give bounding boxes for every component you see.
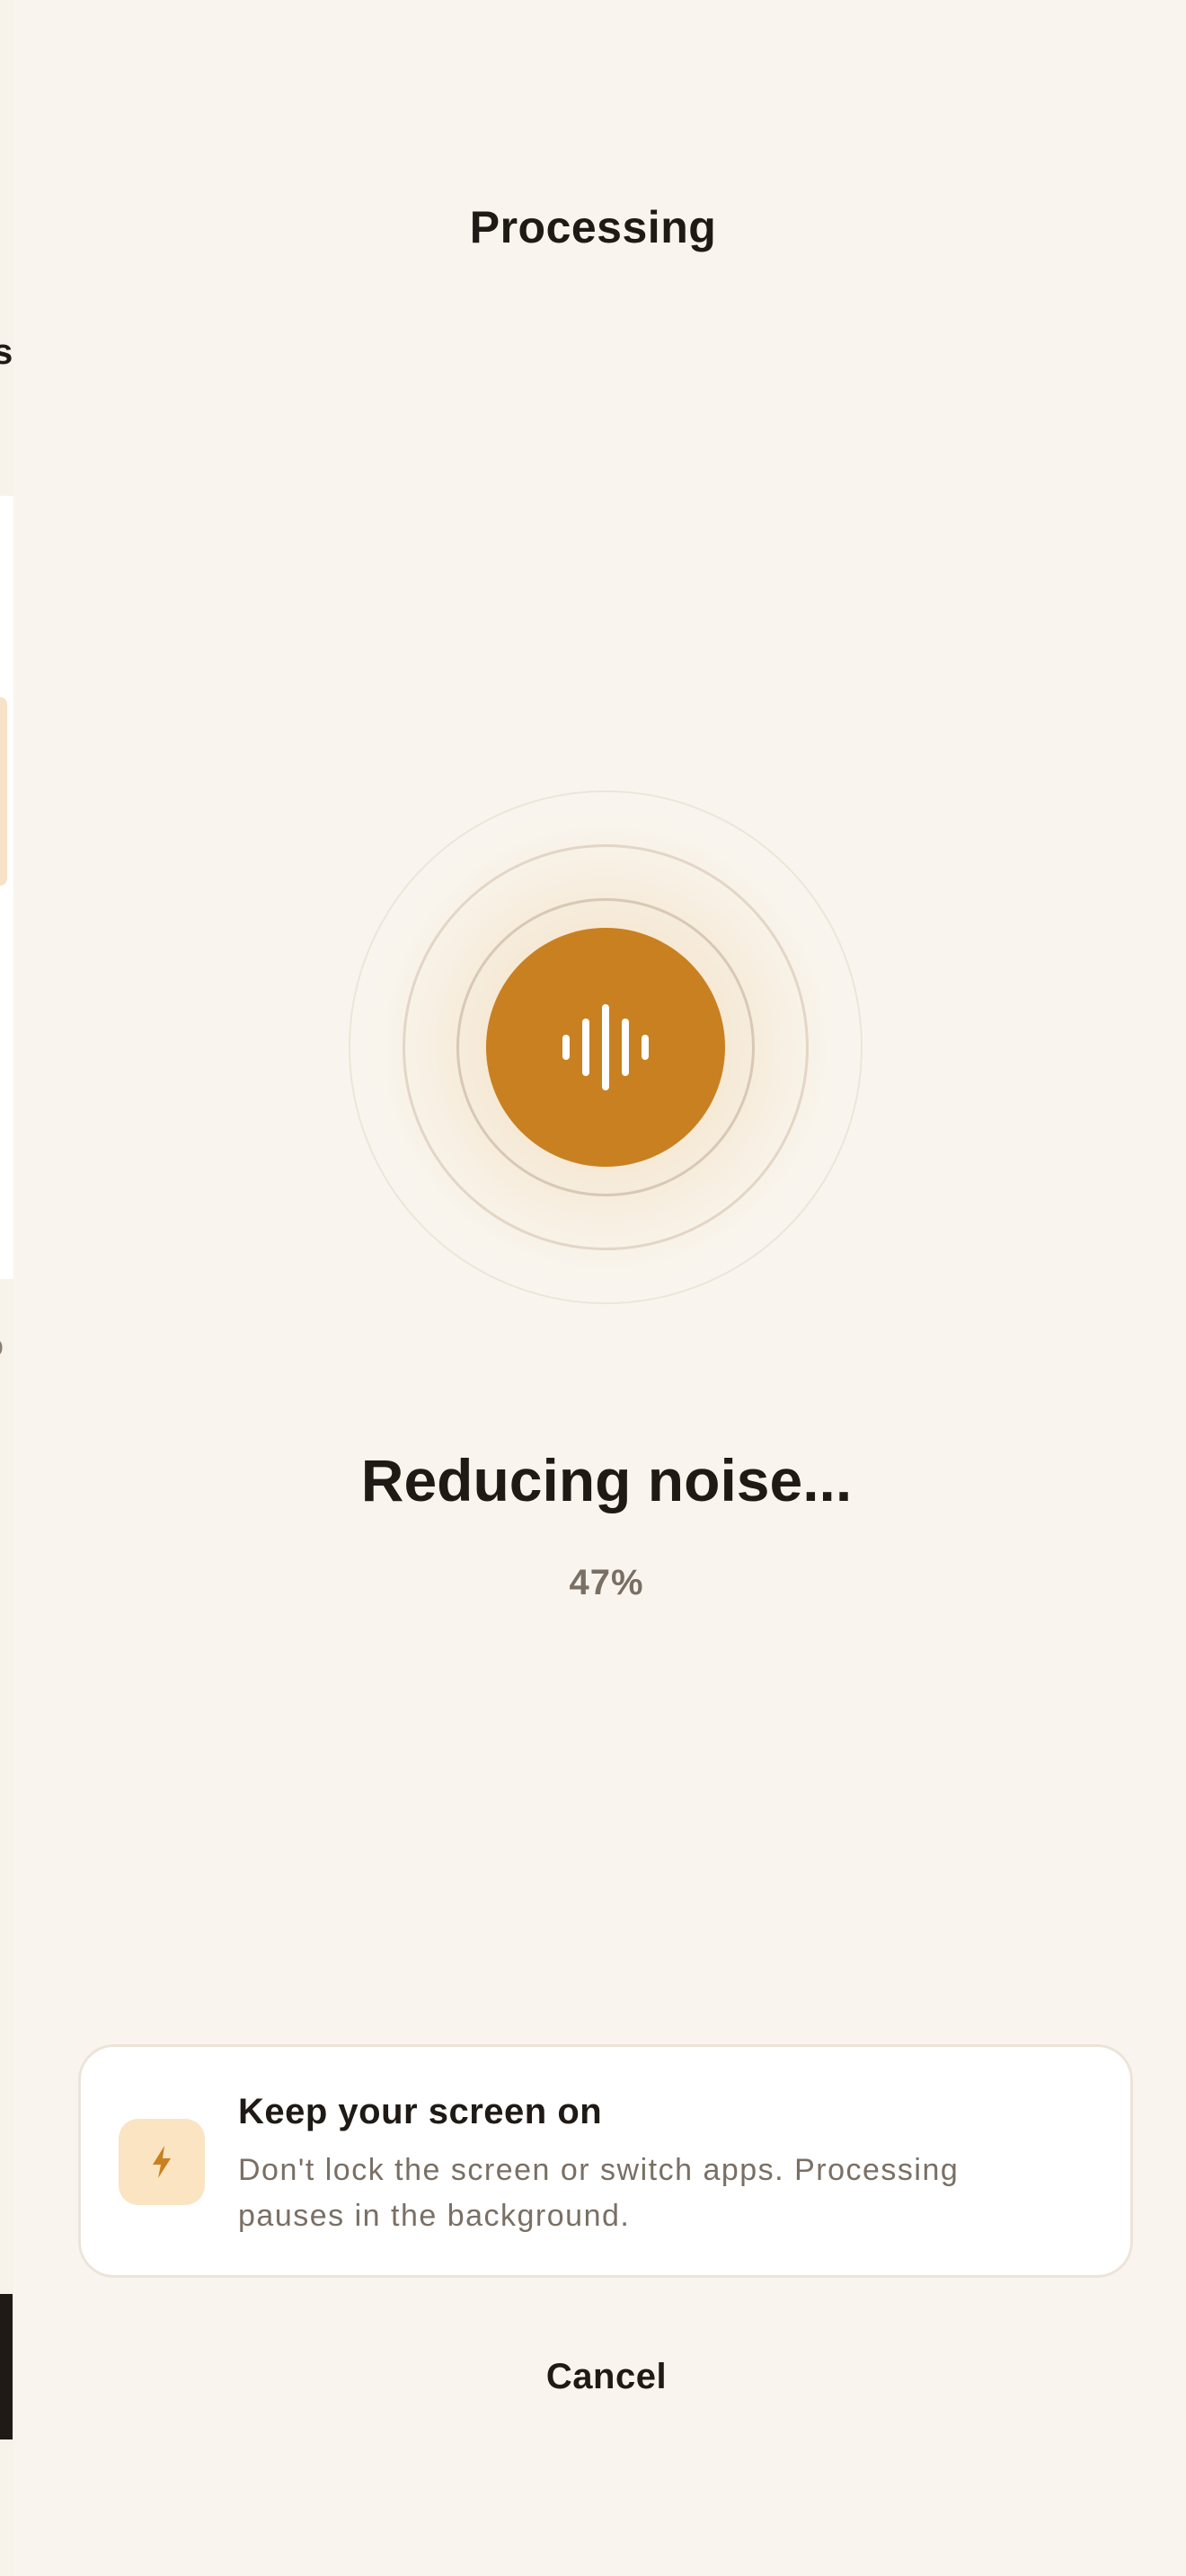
status-text: Reducing noise... <box>360 1447 853 1513</box>
cancel-button[interactable]: Cancel <box>485 2348 728 2405</box>
background-page-card <box>0 496 13 1279</box>
page-title: Processing <box>469 202 717 252</box>
card-body: Don't lock the screen or switch apps. Pr… <box>238 2153 960 2233</box>
background-page-chip <box>0 697 7 886</box>
processing-orb <box>486 928 725 1167</box>
background-page-button <box>0 2294 13 2439</box>
bolt-icon <box>119 2119 205 2205</box>
background-page-fragment: s <box>0 332 13 372</box>
progress-percent: 47% <box>569 1563 644 1602</box>
background-page-edge: s I o <box>0 0 14 2576</box>
waveform-icon <box>562 1004 649 1090</box>
keep-screen-on-card: Keep your screen on Don't lock the scree… <box>78 2044 1133 2278</box>
background-page-fragment: I <box>0 392 3 425</box>
card-title: Keep your screen on <box>238 2092 603 2131</box>
background-page-fragment: o <box>0 1329 4 1363</box>
processing-indicator <box>345 787 866 1308</box>
